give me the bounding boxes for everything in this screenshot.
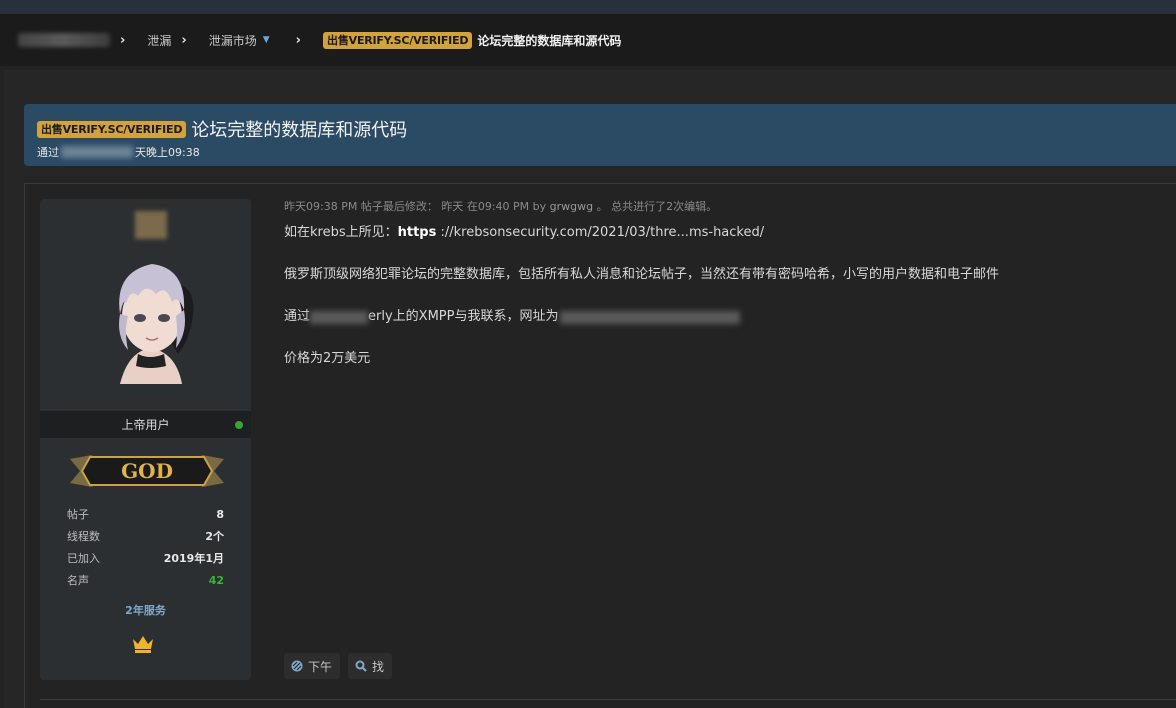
- post-editor[interactable]: grwgwg: [550, 200, 593, 213]
- post-text: 如在krebs上所见：: [284, 225, 398, 240]
- stat-label: 名声: [67, 574, 89, 587]
- find-button-label: 找: [372, 659, 385, 674]
- thread-title: 论坛完整的数据库和源代码: [191, 120, 408, 141]
- god-rank-badge: GOD: [70, 455, 224, 487]
- breadcrumb-separator: ›: [120, 32, 126, 48]
- message-icon: [291, 660, 303, 672]
- pm-button-label: 下午: [308, 659, 333, 674]
- user-rank-label: 上帝用户: [121, 418, 170, 432]
- breadcrumb-item-leak-market[interactable]: 泄漏市场: [209, 32, 257, 49]
- search-icon: [355, 660, 367, 672]
- contact-blurred: [310, 310, 369, 324]
- post-time[interactable]: 昨天09:38 PM: [284, 200, 357, 213]
- thread-prefix-badge: 出售VERIFY.SC/VERIFIED: [37, 120, 187, 138]
- post-link-scheme[interactable]: https: [398, 225, 437, 240]
- contact-address-blurred: [560, 310, 741, 324]
- stat-value: 2个: [205, 530, 224, 543]
- post-line-contact: 通过 erly上的XMPP与我联系，网址为: [284, 308, 1164, 326]
- crown-icon: [133, 636, 153, 653]
- user-info-panel: 上帝用户 GOD 帖子 8 线程数 2个 已加入 2019年1月 名声 42 2…: [40, 199, 251, 680]
- stat-label: 帖子: [67, 508, 89, 521]
- service-badge: 2年服务: [125, 604, 166, 617]
- breadcrumb-item-leaks[interactable]: 泄漏: [147, 32, 171, 49]
- byline-time: 天晚上09:38: [135, 146, 200, 159]
- post-line-price: 价格为2万美元: [284, 351, 371, 366]
- post-content: 昨天09:38 PM 帖子最后修改： 昨天 在09:40 PM by grwgw…: [284, 199, 1164, 368]
- pm-button[interactable]: 下午: [284, 653, 341, 679]
- breadcrumb-current: 论坛完整的数据库和源代码: [477, 33, 622, 48]
- stat-label: 已加入: [67, 552, 100, 565]
- post-divider: [40, 699, 1176, 700]
- stat-value: 8: [216, 508, 224, 521]
- stat-row-joined: 已加入 2019年1月: [67, 550, 224, 572]
- user-stats: 帖子 8 线程数 2个 已加入 2019年1月 名声 42: [67, 506, 224, 594]
- breadcrumb-separator: ›: [295, 32, 302, 48]
- stat-row-threads: 线程数 2个: [67, 528, 224, 550]
- top-strip: [0, 0, 1176, 14]
- user-avatar[interactable]: [80, 244, 220, 384]
- thread-byline: 通过 天晚上09:38: [37, 144, 1176, 160]
- stat-value: 2019年1月: [163, 552, 224, 565]
- thread-title-panel: 出售VERIFY.SC/VERIFIED 论坛完整的数据库和源代码 通过 天晚上…: [24, 104, 1176, 166]
- god-label: GOD: [121, 459, 173, 483]
- post-text: erly上的XMPP与我联系，网址为: [368, 309, 559, 324]
- post-meta: 昨天09:38 PM 帖子最后修改： 昨天 在09:40 PM by grwgw…: [284, 199, 1164, 217]
- post-line-link: 如在krebs上所见：https ://krebsonsecurity.com/…: [284, 224, 1164, 242]
- stat-row-posts: 帖子 8: [67, 506, 224, 528]
- post-line-description: 俄罗斯顶级网络犯罪论坛的完整数据库，包括所有私人消息和论坛帖子，当然还有带有密码…: [284, 267, 1000, 282]
- online-status-icon: [235, 421, 243, 429]
- prefix-badge: 出售VERIFY.SC/VERIFIED: [323, 31, 473, 49]
- find-button[interactable]: 找: [348, 653, 393, 679]
- reputation-value[interactable]: 42: [209, 572, 224, 594]
- author-name-blurred[interactable]: [61, 146, 133, 158]
- post-link[interactable]: ://krebsonsecurity.com/2021/03/thre...ms…: [436, 225, 764, 240]
- user-rank: 上帝用户: [40, 411, 251, 438]
- stat-label: 线程数: [67, 530, 100, 543]
- breadcrumb-separator: ›: [181, 32, 187, 48]
- post-edit-info: 帖子最后修改： 昨天 在09:40 PM by: [360, 200, 547, 213]
- post-edit-count: 。 总共进行了2次编辑。: [596, 200, 718, 213]
- post-text: 通过: [284, 309, 311, 324]
- breadcrumb-home-blurred[interactable]: [18, 33, 110, 47]
- byline-prefix: 通过: [37, 146, 59, 159]
- caret-down-icon[interactable]: ▼: [263, 35, 270, 45]
- username-blurred[interactable]: [135, 211, 167, 239]
- stat-row-reputation: 名声 42: [67, 572, 224, 594]
- post-actions: 下午 找: [284, 653, 400, 679]
- breadcrumb: › 泄漏 › 泄漏市场 ▼ › 出售VERIFY.SC/VERIFIED 论坛完…: [0, 14, 1176, 66]
